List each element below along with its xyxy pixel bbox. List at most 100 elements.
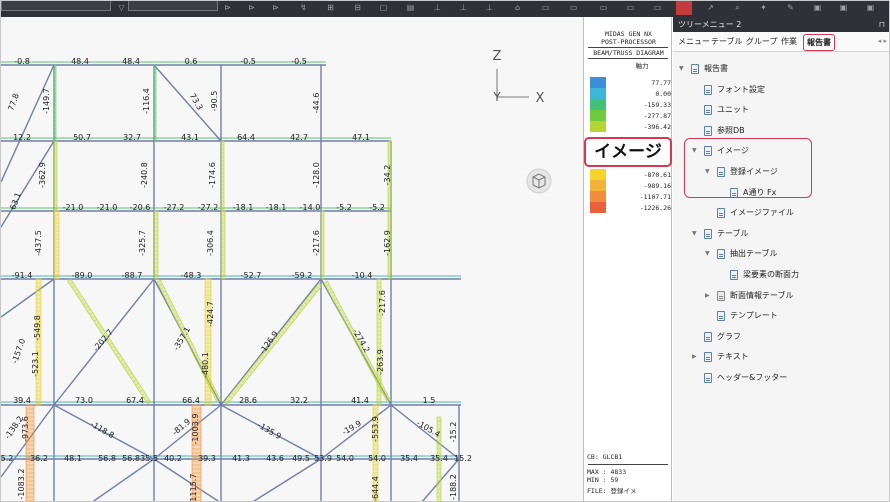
member-force-label: 15.2 [454,454,472,463]
collapse-caret-icon[interactable]: ▶ [705,289,713,303]
tree-item[interactable]: ユニット [673,103,889,117]
member-force-label: 56.8 [98,454,116,463]
member-force-label: 36.2 [30,454,48,463]
tree-item[interactable]: ▶ テキスト [673,350,889,364]
tree-item[interactable]: グラフ [673,330,889,344]
tree-item-label: テーブル [717,228,749,238]
member-force-label: -325.7 [138,230,147,256]
legend-level: -1107.71 [587,191,671,202]
member-force-label: -44.6 [312,93,321,114]
member-force-label: -5.2 [336,203,352,212]
toolbar-tool-icon[interactable]: ⊳ [271,3,280,12]
tab-work[interactable]: 作業 [781,37,797,47]
member-force-label: -5.2 [369,203,385,212]
tree-item-label: 抽出テーブル [730,249,778,259]
toolbar-tool-icon[interactable]: ▣ [866,3,875,12]
tree-item[interactable]: フォント設定 [673,83,889,97]
member-force-label: -118.8 [89,419,116,440]
toolbar-tool-icon[interactable]: ⊳ [223,3,232,12]
member-force-label: 39.4 [13,396,31,405]
toolbar-combo-1[interactable] [1,1,111,11]
tab-menu[interactable]: メニュー [678,37,710,47]
tree-item[interactable]: ▼ テーブル [673,227,889,241]
active-toolbar-button[interactable] [676,1,692,15]
legend-value: -159.33 [643,101,671,109]
tree-item[interactable]: イメージファイル [673,206,889,220]
member-force-label: -18.1 [266,203,287,212]
expand-caret-icon[interactable]: ▼ [692,227,700,241]
member-force-label: -52.7 [241,271,262,280]
toolbar-combo-2[interactable] [128,1,218,11]
toolbar-tool-icon[interactable]: ▢ [379,3,388,12]
document-icon [704,352,712,363]
toolbar-tool-icon[interactable]: ▣ [839,3,848,12]
document-icon [717,208,725,219]
frame-diagram: -0.8 48.4 48.4 0.6 -0.5 -0.5 12.2 50.7 32.7 43.1 6… [1,49,552,502]
toolbar-tool-icon[interactable]: ⊥ [433,3,442,12]
member-force-label: 54.0 [368,454,386,463]
toolbar-tool-icon[interactable]: ▣ [813,3,822,12]
filter-icon[interactable]: ▽ [117,3,126,12]
member-force-label: 43.6 [266,454,284,463]
member-force-label: 41.4 [351,396,369,405]
toolbar-tool-icon[interactable]: ▤ [406,3,415,12]
toolbar-tool-icon[interactable]: ▭ [626,3,635,12]
legend-divider [588,58,668,59]
toolbar-tool-icon[interactable]: ✦ [759,3,768,12]
toolbar-tool-icon[interactable]: ▭ [653,3,662,12]
expand-caret-icon[interactable]: ▼ [679,62,687,76]
toolbar-tool-icon[interactable]: ▭ [599,3,608,12]
toolbar-tool-icon[interactable]: ⊥ [459,3,468,12]
tree-item[interactable]: 参照DB [673,124,889,138]
tree-item[interactable]: テンプレート [673,309,889,323]
tree-item[interactable]: ▶ 断面情報テーブル [673,289,889,303]
member-force-label: -188.2 [449,474,458,500]
toolbar-tool-icon[interactable]: ▭ [541,3,550,12]
member-force-label: -437.5 [34,230,43,256]
tree-item[interactable]: ▼ 報告書 [673,62,889,76]
member-force-label: -362.9 [38,162,47,188]
expand-caret-icon[interactable]: ▼ [705,247,713,261]
force-diagram-band [153,210,159,280]
member-force-label: -10.4 [352,271,373,280]
member-force-label: -27.2 [198,203,219,212]
toolbar-tool-icon[interactable]: ⊥ [485,3,494,12]
tree-item[interactable]: 梁要素の断面力 [673,268,889,282]
member-force-label: 77.8 [6,92,21,112]
member-force-label: -81.9 [171,417,193,437]
member-force-label: -306.4 [206,230,215,256]
tree-item[interactable]: ヘッダー&フッター [673,371,889,385]
toolbar-tool-icon[interactable]: ✎ [786,3,795,12]
tree-item-label: テキスト [717,352,749,362]
tab-table[interactable]: テーブル [711,37,743,47]
member-force-label: 42.7 [290,133,308,142]
toolbar-tool-icon[interactable]: ↗ [706,3,715,12]
model-view[interactable]: -0.8 48.4 48.4 0.6 -0.5 -0.5 12.2 50.7 32.7 43.1 6… [1,17,583,502]
toolbar-tool-icon[interactable]: ⊳ [247,3,256,12]
legend-level: 77.77 [587,77,671,88]
legend-value: -1226.26 [639,204,671,212]
tree-item[interactable]: ▼ 抽出テーブル [673,247,889,261]
tab-report[interactable]: 報告書 [803,34,835,51]
legend-swatch [590,121,606,132]
legend-file: FILE: 登録イメ [587,487,637,495]
toolbar-tool-icon[interactable]: ▭ [569,3,578,12]
legend-swatch [590,191,606,202]
legend-divider [588,464,668,465]
member-force-label: -1115.7 [189,474,198,502]
legend-quantity: 軸力 [635,62,649,70]
toolbar-tool-icon[interactable]: ⊞ [326,3,335,12]
legend-level: -989.16 [587,180,671,191]
member-force-label: -480.1 [201,352,210,378]
member-force-label: 0.6 [185,57,198,66]
tab-group[interactable]: グループ [746,37,778,47]
toolbar-tool-icon[interactable]: ⌂ [513,3,522,12]
tab-scroll-arrows-icon[interactable]: ◂ ▸ [878,37,887,45]
collapse-caret-icon[interactable]: ▶ [692,350,700,364]
toolbar-tool-icon[interactable]: ⌕ [733,3,742,12]
legend-level: -277.87 [587,110,671,121]
tree-item-label: テンプレート [730,311,778,321]
pin-icon[interactable]: ⊓ [879,17,885,32]
toolbar-tool-icon[interactable]: ↯ [299,3,308,12]
toolbar-tool-icon[interactable]: ⊟ [353,3,362,12]
